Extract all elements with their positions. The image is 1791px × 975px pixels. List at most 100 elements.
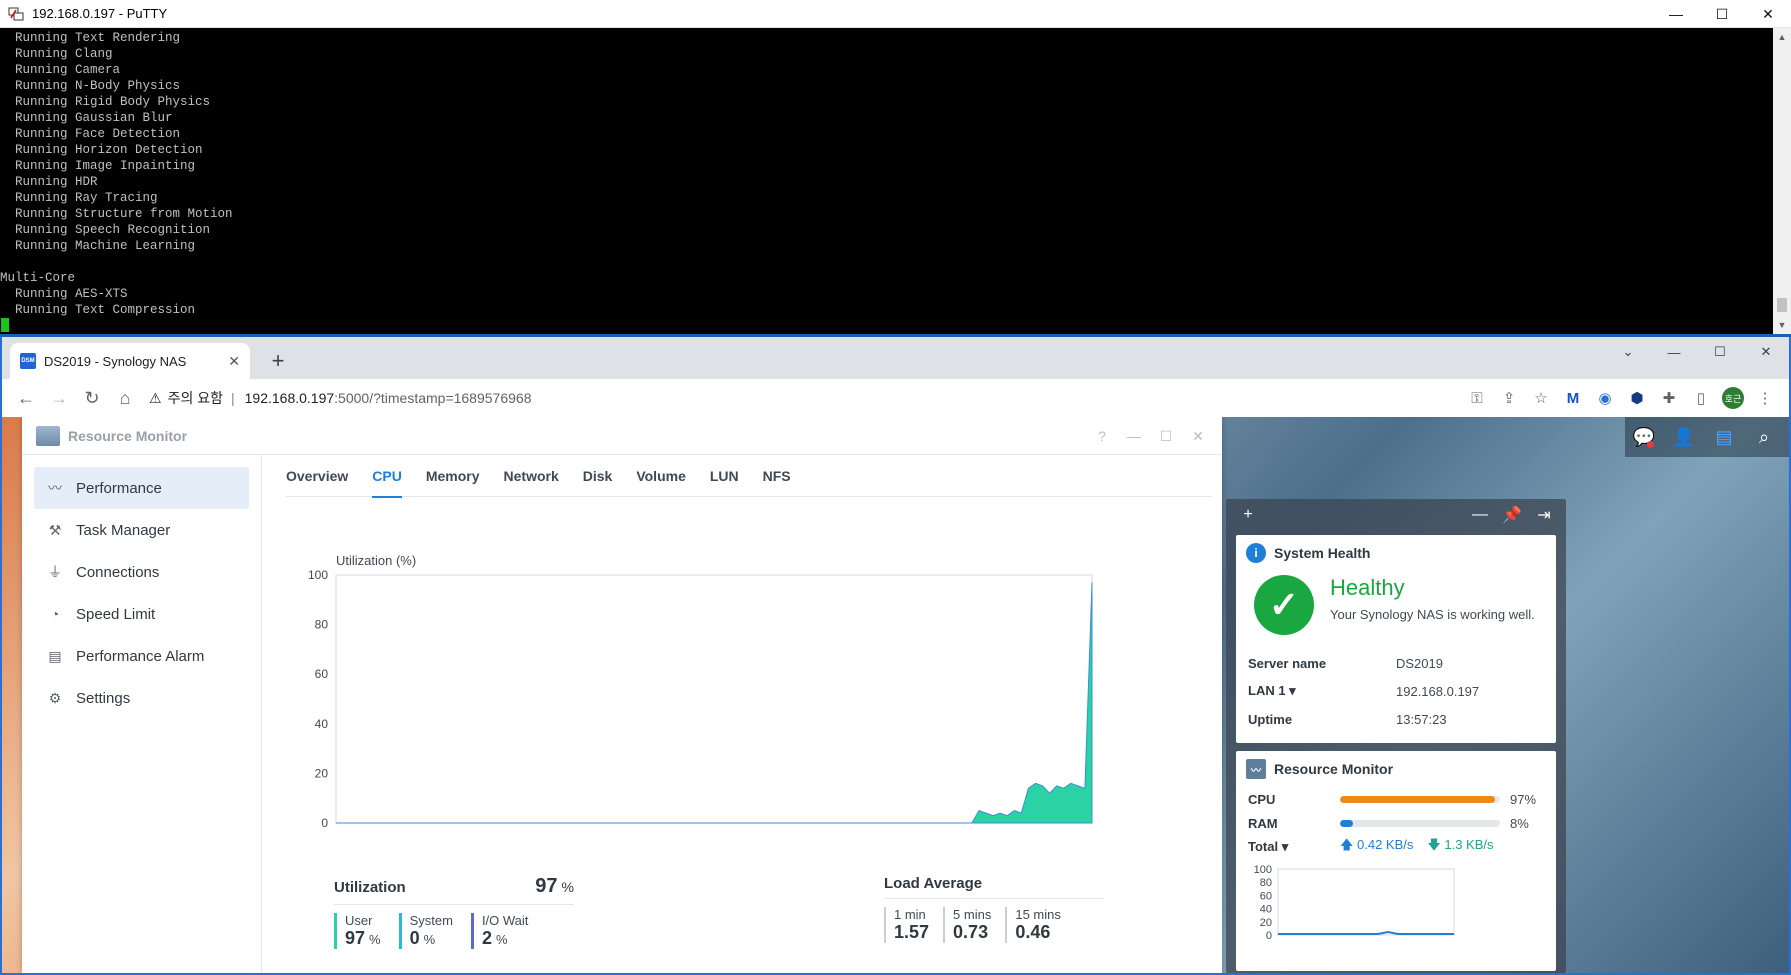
rm-minimize-button[interactable]: — xyxy=(1118,428,1150,444)
side-panel-icon[interactable]: ▯ xyxy=(1685,383,1717,413)
putty-icon xyxy=(8,6,24,22)
load-5min: 5 mins 0.73 xyxy=(943,907,991,943)
extension-m-icon[interactable]: M xyxy=(1557,383,1589,413)
total-dropdown[interactable]: Total ▾ xyxy=(1248,839,1340,855)
notifications-chat-icon[interactable]: 💬 xyxy=(1625,419,1663,455)
terminal-line: Running Horizon Detection xyxy=(0,143,203,157)
extension-g-icon[interactable]: ◉ xyxy=(1589,383,1621,413)
alarm-icon: ▤ xyxy=(48,647,62,664)
load-1min-value: 1.57 xyxy=(894,922,930,942)
browser-minimize-button[interactable]: — xyxy=(1651,337,1697,367)
tab-network[interactable]: Network xyxy=(504,455,559,497)
extension-shield-icon[interactable]: ⬢ xyxy=(1621,383,1653,413)
stat-system-value: 0 xyxy=(409,928,420,948)
load-15min-value: 0.46 xyxy=(1015,922,1051,942)
tab-close-icon[interactable]: ✕ xyxy=(228,353,240,370)
tab-disk[interactable]: Disk xyxy=(583,455,613,497)
upload-arrow-icon: 🡅 xyxy=(1340,837,1354,852)
back-arrow-icon[interactable]: ← xyxy=(10,382,42,414)
sidebar-item-performance[interactable]: 〰 Performance xyxy=(34,467,249,509)
browser-close-button[interactable]: ✕ xyxy=(1743,337,1789,367)
stat-system-label: System xyxy=(409,913,453,928)
lan-dropdown[interactable]: LAN 1 ▾ xyxy=(1248,683,1396,699)
resource-monitor-titlebar[interactable]: Resource Monitor ? — ☐ ✕ xyxy=(22,417,1222,455)
browser-tab[interactable]: DSM DS2019 - Synology NAS ✕ xyxy=(10,343,250,379)
scroll-up-icon[interactable]: ▲ xyxy=(1773,28,1791,46)
stat-user-value: 97 xyxy=(345,928,366,948)
stat-system: System 0% xyxy=(398,913,453,949)
scroll-down-icon[interactable]: ▼ xyxy=(1773,316,1791,334)
tab-volume[interactable]: Volume xyxy=(636,455,686,497)
security-warning-label[interactable]: 주의 요함 xyxy=(168,388,223,408)
user-icon[interactable]: 👤 xyxy=(1665,419,1703,455)
collapse-panel-icon[interactable]: ⇥ xyxy=(1528,505,1560,525)
mini-y-tick-label: 0 xyxy=(1266,930,1272,942)
chart-plot-frame xyxy=(335,574,1093,824)
stat-iowait-value: 2 xyxy=(481,928,492,948)
tab-title: DS2019 - Synology NAS xyxy=(44,353,187,369)
terminal-line: Running HDR xyxy=(0,175,98,189)
rm-close-button[interactable]: ✕ xyxy=(1182,428,1214,445)
sidebar-item-speed-limit[interactable]: ◔ Speed Limit xyxy=(34,593,249,635)
window-title: Resource Monitor xyxy=(68,427,188,444)
tab-lun[interactable]: LUN xyxy=(710,455,739,497)
browser-toolbar: ← → ↻ ⌂ ⚠ 주의 요함 | 192.168.0.197:5000/?ti… xyxy=(2,379,1789,417)
putty-close-button[interactable]: ✕ xyxy=(1745,0,1791,28)
key-icon[interactable]: ⚿ xyxy=(1461,383,1493,413)
putty-titlebar: 192.168.0.197 - PuTTY — ☐ ✕ xyxy=(0,0,1791,28)
sidebar-item-connections[interactable]: ⏚ Connections xyxy=(34,551,249,593)
warning-icon[interactable]: ⚠ xyxy=(149,390,162,407)
ram-row: RAM 8% xyxy=(1248,811,1556,835)
sidebar-item-performance-alarm[interactable]: ▤ Performance Alarm xyxy=(34,635,249,677)
lan-value: 192.168.0.197 xyxy=(1396,683,1480,699)
resource-monitor-main: Overview CPU Memory Network Disk Volume … xyxy=(262,455,1222,973)
lan-row: LAN 1 ▾ 192.168.0.197 xyxy=(1248,677,1556,705)
help-button[interactable]: ? xyxy=(1086,428,1118,444)
terminal-scrollbar[interactable]: ▲ ▼ xyxy=(1773,28,1791,334)
tab-overview[interactable]: Overview xyxy=(286,455,348,497)
utilization-unit: % xyxy=(561,879,574,895)
search-icon[interactable]: ⌕ xyxy=(1745,419,1783,455)
tab-cpu[interactable]: CPU xyxy=(372,455,402,498)
address-bar[interactable]: ⚠ 주의 요함 | 192.168.0.197:5000/?timestamp=… xyxy=(149,383,1449,413)
forward-arrow-icon[interactable]: → xyxy=(43,382,75,414)
system-health-widget: i System Health ✓ Healthy Your Synology … xyxy=(1236,535,1556,743)
ram-bar xyxy=(1340,819,1500,827)
reload-icon[interactable]: ↻ xyxy=(76,382,108,414)
add-widget-icon[interactable]: + xyxy=(1232,506,1264,524)
sidebar-item-settings[interactable]: ⚙ Settings xyxy=(34,677,249,719)
terminal-line: Running Clang xyxy=(0,47,113,61)
uptime-value: 13:57:23 xyxy=(1396,711,1447,727)
tab-memory[interactable]: Memory xyxy=(426,455,480,497)
y-tick-label: 0 xyxy=(321,816,328,830)
y-tick-label: 40 xyxy=(315,717,329,731)
widget-minimize-icon[interactable]: — xyxy=(1464,506,1496,524)
putty-minimize-button[interactable]: — xyxy=(1653,0,1699,28)
tab-search-button[interactable]: ⌄ xyxy=(1605,337,1651,367)
terminal-line: Running Rigid Body Physics xyxy=(0,95,211,109)
new-tab-button[interactable]: + xyxy=(264,347,292,375)
stat-iowait-unit: % xyxy=(495,932,508,947)
putty-maximize-button[interactable]: ☐ xyxy=(1699,0,1745,28)
load-average-label: Load Average xyxy=(884,875,1104,899)
profile-avatar[interactable]: 호근 xyxy=(1722,387,1744,409)
extensions-puzzle-icon[interactable]: ✚ xyxy=(1653,383,1685,413)
rm-maximize-button[interactable]: ☐ xyxy=(1150,428,1182,445)
pin-icon[interactable]: 📌 xyxy=(1496,505,1528,525)
more-menu-icon[interactable]: ⋮ xyxy=(1749,383,1781,413)
sidebar-item-task-manager[interactable]: ⚒ Task Manager xyxy=(34,509,249,551)
tab-nfs[interactable]: NFS xyxy=(763,455,791,497)
widgets-icon[interactable]: ▤ xyxy=(1705,419,1743,455)
health-description: Your Synology NAS is working well. xyxy=(1330,607,1535,622)
share-icon[interactable]: ⇪ xyxy=(1493,383,1525,413)
browser-maximize-button[interactable]: ☐ xyxy=(1697,337,1743,367)
home-icon[interactable]: ⌂ xyxy=(109,382,141,414)
terminal-line: Running AES-XTS xyxy=(0,287,128,301)
stat-user-unit: % xyxy=(369,932,381,947)
terminal-output[interactable]: Running Text Rendering Running Clang Run… xyxy=(0,28,1773,334)
scroll-thumb[interactable] xyxy=(1777,298,1787,312)
bookmark-star-icon[interactable]: ☆ xyxy=(1525,383,1557,413)
mini-network-line xyxy=(1278,930,1454,935)
y-tick-label: 80 xyxy=(315,618,329,632)
download-value: 1.3 KB/s xyxy=(1444,837,1494,852)
